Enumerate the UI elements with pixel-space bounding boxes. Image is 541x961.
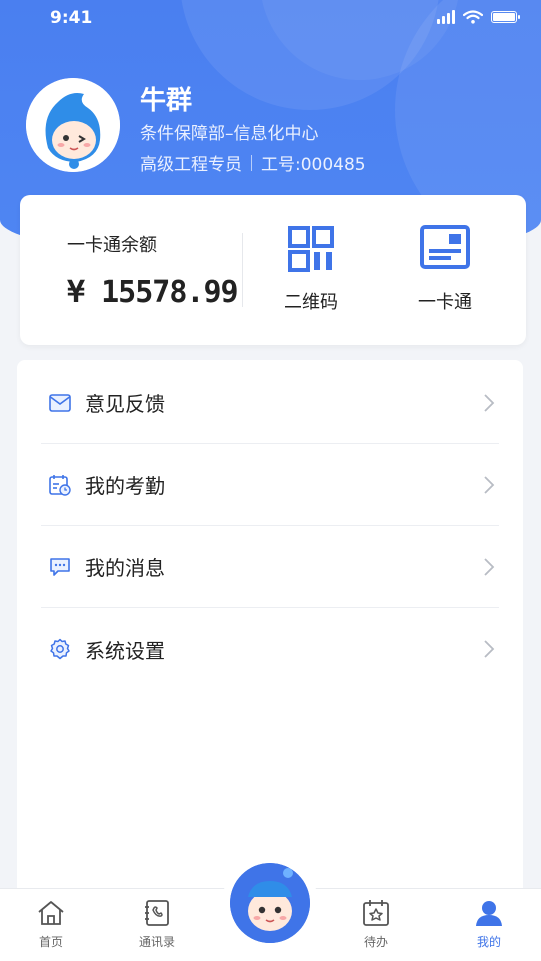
user-title: 高级工程专员 [140, 155, 242, 175]
employee-id: 工号:000485 [261, 155, 366, 175]
tab-label: 通讯录 [138, 935, 175, 949]
qr-code-button[interactable]: 二维码 [261, 225, 361, 314]
menu-list: 意见反馈 我的考勤 我的消息 系统设置 [17, 360, 523, 940]
mascot-icon [230, 863, 310, 943]
card-button[interactable]: 一卡通 [395, 225, 495, 314]
divider [251, 154, 252, 171]
chevron-right-icon [484, 557, 495, 576]
card-label: 一卡通 [418, 292, 472, 313]
balance-card: 一卡通余额 ¥ 15578.99 二维码 一卡通 [20, 195, 526, 345]
qr-code-label: 二维码 [284, 292, 338, 313]
status-icons [437, 10, 520, 24]
user-department: 条件保障部–信息化中心 [140, 124, 319, 144]
user-role-line: 高级工程专员 工号:000485 [140, 150, 366, 175]
user-icon [476, 901, 502, 926]
signal-icon [437, 10, 455, 24]
gear-icon [50, 638, 70, 660]
mail-icon [49, 393, 71, 412]
contacts-icon [145, 900, 169, 926]
user-name: 牛群 [140, 86, 193, 116]
divider [242, 233, 243, 307]
wifi-icon [463, 10, 483, 24]
menu-item-feedback[interactable]: 意见反馈 [41, 362, 499, 444]
battery-icon [491, 11, 520, 23]
balance-value: ¥ 15578.99 [67, 275, 239, 310]
home-icon [38, 901, 64, 925]
tab-label: 我的 [476, 935, 501, 949]
tab-label: 首页 [38, 935, 63, 949]
status-bar: 9:41 [0, 0, 541, 36]
chevron-right-icon [484, 393, 495, 412]
center-mascot-button[interactable] [222, 855, 318, 951]
tab-todo[interactable]: 待办 [341, 899, 411, 950]
chevron-right-icon [484, 475, 495, 494]
tab-mine[interactable]: 我的 [454, 899, 524, 950]
mascot-avatar-icon [26, 78, 120, 172]
menu-item-label: 系统设置 [85, 638, 165, 663]
tab-home[interactable]: 首页 [16, 899, 86, 950]
qr-code-icon [288, 226, 334, 272]
menu-item-label: 我的考勤 [85, 474, 165, 498]
todo-icon [363, 900, 389, 926]
menu-item-label: 意见反馈 [85, 392, 165, 416]
menu-item-attendance[interactable]: 我的考勤 [41, 444, 499, 526]
card-icon [420, 225, 470, 269]
status-time: 9:41 [50, 8, 93, 28]
avatar[interactable] [26, 78, 120, 172]
calendar-clock-icon [49, 474, 71, 496]
balance-label: 一卡通余额 [67, 235, 157, 256]
chevron-right-icon [484, 640, 495, 658]
tab-contacts[interactable]: 通讯录 [122, 899, 192, 950]
tab-label: 待办 [363, 935, 388, 949]
menu-item-messages[interactable]: 我的消息 [41, 526, 499, 608]
menu-item-label: 我的消息 [85, 556, 165, 580]
chat-icon [50, 557, 70, 576]
menu-item-settings[interactable]: 系统设置 [41, 608, 499, 690]
